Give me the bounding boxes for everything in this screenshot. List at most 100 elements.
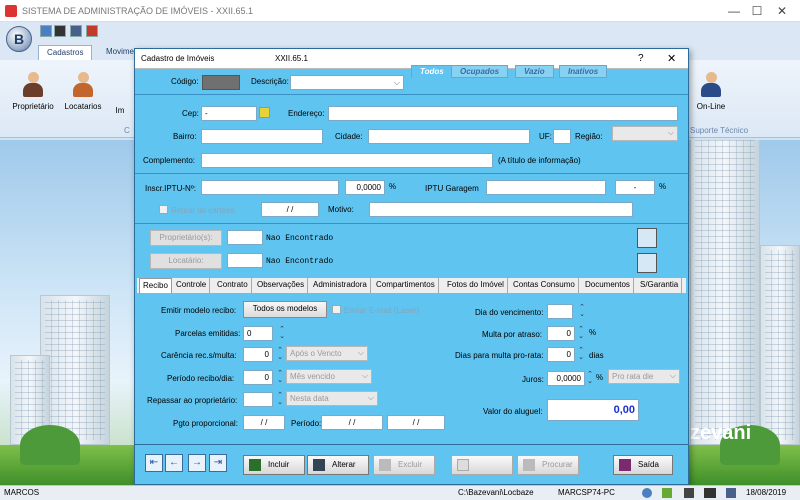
monitor-icon[interactable] <box>704 488 716 498</box>
ribbon-tab-cadastros[interactable]: Cadastros <box>38 45 93 60</box>
app-logo[interactable]: B <box>6 26 32 52</box>
tab-recibo[interactable]: Recibo <box>139 278 172 293</box>
filter-tab-todos[interactable]: Todos <box>411 65 453 78</box>
help-button[interactable]: ? <box>638 53 644 64</box>
save-icon[interactable] <box>726 488 736 498</box>
parcelas-field[interactable]: 0 <box>243 326 273 341</box>
ribbon-button-locatarios[interactable]: Locatarios <box>58 72 108 111</box>
tab-controle[interactable]: Controle <box>173 278 211 293</box>
saida-button[interactable]: Saída <box>613 455 673 475</box>
dialog-close-button[interactable]: ✕ <box>667 52 676 65</box>
tab-contas-consumo[interactable]: Contas Consumo <box>510 278 579 293</box>
alterar-button[interactable]: Alterar <box>307 455 369 475</box>
tab-administradora[interactable]: Administradora <box>310 278 371 293</box>
juros-spinner[interactable]: ⌃ ⌄ <box>585 371 595 386</box>
codigo-field[interactable] <box>202 75 240 90</box>
building-decoration <box>760 245 800 445</box>
bairro-field[interactable] <box>201 129 323 144</box>
periodo-to-field[interactable]: / / <box>387 415 445 430</box>
proprietario-button[interactable]: Proprietário(s): <box>150 230 222 246</box>
blank-button[interactable] <box>451 455 513 475</box>
juros-select[interactable]: Pro rata die <box>608 369 680 384</box>
retirar-date-field[interactable]: / / <box>261 202 319 217</box>
filter-tab-inativos[interactable]: Inativos <box>559 65 608 78</box>
cep-search-icon[interactable] <box>259 107 270 118</box>
endereco-field[interactable] <box>328 106 678 121</box>
tab-compartimentos[interactable]: Compartimentos <box>373 278 439 293</box>
locatario-button[interactable]: Locatário: <box>150 253 222 269</box>
complemento-field[interactable] <box>201 153 493 168</box>
globe-icon[interactable] <box>642 488 652 498</box>
tab-fotos[interactable]: Fotos do Imóvel <box>444 278 508 293</box>
next-record-button[interactable]: → <box>188 454 206 472</box>
procurar-button[interactable]: Procurar <box>517 455 579 475</box>
multa-spinner[interactable]: ⌃ ⌄ <box>576 326 586 341</box>
quick-access-monitor-icon[interactable] <box>54 25 66 37</box>
iptu-garagem-percent-field[interactable]: - <box>615 180 655 195</box>
multa-field[interactable]: 0 <box>547 326 575 341</box>
locatario-lookup-icon[interactable] <box>637 253 657 273</box>
network-icon[interactable] <box>662 488 672 498</box>
periodo-select[interactable]: Mês vencido <box>286 369 372 384</box>
pgto-date-field[interactable]: / / <box>243 415 285 430</box>
ribbon-button-proprietario[interactable]: Proprietário <box>8 72 58 111</box>
tab-contrato[interactable]: Contrato <box>214 278 252 293</box>
retirar-checkbox[interactable] <box>159 205 168 214</box>
carencia-spinner[interactable]: ⌃ ⌄ <box>275 347 285 362</box>
divider <box>135 94 688 95</box>
uf-field[interactable] <box>553 129 571 144</box>
repassar-spinner[interactable]: ⌃ ⌄ <box>275 392 285 407</box>
iptu-field[interactable] <box>201 180 339 195</box>
proprietario-code-field[interactable] <box>227 230 263 245</box>
cidade-field[interactable] <box>368 129 530 144</box>
descricao-select[interactable]: ⌵ <box>290 75 404 90</box>
carencia-select[interactable]: Após o Vencto <box>286 346 368 361</box>
filter-tab-vazio[interactable]: Vazio <box>515 65 554 78</box>
locatario-code-field[interactable] <box>227 253 263 268</box>
parcelas-spinner[interactable]: ⌃ ⌄ <box>277 326 287 341</box>
status-user: MARCOS <box>4 488 40 497</box>
descricao-label: Descrição: <box>251 77 289 86</box>
dia-vencimento-label: Dia do vencimento: <box>475 308 544 317</box>
incluir-button[interactable]: Incluir <box>243 455 305 475</box>
percent-label: % <box>596 373 604 382</box>
repassar-select[interactable]: Nesta data <box>286 391 378 406</box>
ribbon-button-imoveis[interactable]: Im <box>108 106 132 115</box>
iptu-percent-field[interactable]: 0,0000 <box>345 180 385 195</box>
quick-access-globe-icon[interactable] <box>40 25 52 37</box>
ribbon-button-online[interactable]: On-Line <box>686 72 736 111</box>
last-record-button[interactable]: ⇥ <box>209 454 227 472</box>
delete-icon <box>379 459 391 471</box>
valor-aluguel-field[interactable]: 0,00 <box>547 399 639 421</box>
status-date: 18/08/2019 <box>746 488 787 497</box>
filter-tab-ocupados[interactable]: Ocupados <box>451 65 509 78</box>
cep-field[interactable]: - <box>201 106 257 121</box>
carencia-field[interactable]: 0 <box>243 347 273 362</box>
motivo-field[interactable] <box>369 202 633 217</box>
tab-observacoes[interactable]: Observações <box>254 278 309 293</box>
quick-access-save-icon[interactable] <box>70 25 82 37</box>
prev-record-button[interactable]: ← <box>165 454 183 472</box>
dia-vencimento-spinner[interactable]: ⌃ ⌄ <box>577 304 587 319</box>
enviar-email-checkbox[interactable] <box>332 305 341 314</box>
iptu-garagem-label: IPTU Garagem <box>425 184 479 193</box>
close-window-button[interactable]: ✕ <box>760 0 800 22</box>
periodo-spinner[interactable]: ⌃ ⌄ <box>275 370 285 385</box>
excluir-button[interactable]: Excluir <box>373 455 435 475</box>
user-icon[interactable] <box>684 488 694 498</box>
quick-access-exit-icon[interactable] <box>86 25 98 37</box>
tab-sgarantia[interactable]: S/Garantia <box>637 278 683 293</box>
todos-modelos-button[interactable]: Todos os modelos <box>243 301 327 318</box>
periodo-from-field[interactable]: / / <box>321 415 383 430</box>
dias-multa-spinner[interactable]: ⌃ ⌄ <box>576 347 586 362</box>
dias-multa-field[interactable]: 0 <box>547 347 575 362</box>
regiao-select[interactable] <box>612 126 678 141</box>
periodo-field[interactable]: 0 <box>243 370 273 385</box>
iptu-garagem-field[interactable] <box>486 180 606 195</box>
tab-documentos[interactable]: Documentos <box>582 278 634 293</box>
juros-field[interactable]: 0,0000 <box>547 371 585 386</box>
proprietario-lookup-icon[interactable] <box>637 228 657 248</box>
repassar-field[interactable] <box>243 392 273 407</box>
dia-vencimento-field[interactable] <box>547 304 573 319</box>
first-record-button[interactable]: ⇤ <box>145 454 163 472</box>
